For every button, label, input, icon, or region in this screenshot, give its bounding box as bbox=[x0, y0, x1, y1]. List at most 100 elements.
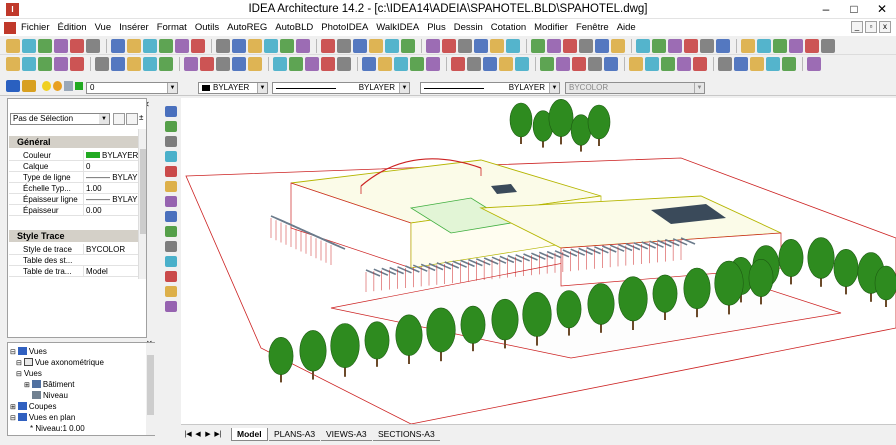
toolbar-tool-icon[interactable] bbox=[289, 56, 303, 71]
toolbar-tool-icon[interactable] bbox=[458, 38, 472, 53]
quick-select-icon[interactable] bbox=[113, 113, 125, 125]
toolbar-tool-icon[interactable] bbox=[143, 38, 157, 53]
toolbar-tool-icon[interactable] bbox=[426, 38, 440, 53]
maximize-button[interactable]: □ bbox=[840, 0, 868, 19]
tab-plans-a3[interactable]: PLANS-A3 bbox=[269, 428, 321, 441]
tree-item[interactable]: ⊞ Coupes bbox=[10, 402, 56, 413]
toolbar-tool-icon[interactable] bbox=[636, 38, 650, 53]
lock-icon[interactable] bbox=[64, 81, 73, 91]
menu-vue[interactable]: Vue bbox=[95, 22, 112, 33]
toolbar-tool-icon[interactable] bbox=[353, 38, 367, 53]
vertical-tool-icon[interactable] bbox=[165, 151, 177, 162]
toolbar-tool-icon[interactable] bbox=[757, 38, 771, 53]
toolbar-tool-icon[interactable] bbox=[700, 38, 714, 53]
menu-inserer[interactable]: Insérer bbox=[119, 22, 149, 33]
vertical-tool-icon[interactable] bbox=[165, 196, 177, 207]
menu-autoreg[interactable]: AutoREG bbox=[227, 22, 267, 33]
toolbar-tool-icon[interactable] bbox=[684, 38, 698, 53]
toolbar-tool-icon[interactable] bbox=[111, 56, 125, 71]
toolbar-tool-icon[interactable] bbox=[426, 56, 440, 71]
prev-tab-button[interactable]: ◀ bbox=[194, 430, 202, 440]
toolbar-tool-icon[interactable] bbox=[248, 56, 262, 71]
toolbar-tool-icon[interactable] bbox=[661, 56, 675, 71]
vertical-tool-icon[interactable] bbox=[165, 121, 177, 132]
toolbar-tool-icon[interactable] bbox=[6, 56, 20, 71]
vertical-tool-icon[interactable] bbox=[165, 256, 177, 267]
lineweight-select[interactable]: BYLAYER ▼ bbox=[420, 82, 560, 94]
toolbar-tool-icon[interactable] bbox=[741, 38, 755, 53]
mdi-restore-button[interactable]: ▫ bbox=[865, 21, 877, 33]
toolbar-tool-icon[interactable] bbox=[645, 56, 659, 71]
tree-item[interactable]: ⊟ Vues en plan bbox=[10, 413, 75, 424]
prop-row[interactable]: Style de trace BYCOLOR bbox=[9, 244, 146, 255]
menu-walkidea[interactable]: WalkIDEA bbox=[376, 22, 419, 33]
expand-icon[interactable]: ⊟ bbox=[10, 415, 16, 422]
toolbar-tool-icon[interactable] bbox=[305, 56, 319, 71]
menu-aide[interactable]: Aide bbox=[617, 22, 636, 33]
vertical-tool-icon[interactable] bbox=[165, 106, 177, 117]
toolbar-tool-icon[interactable] bbox=[184, 56, 198, 71]
toolbar-tool-icon[interactable] bbox=[540, 56, 554, 71]
prop-row[interactable]: Table des st... bbox=[9, 255, 146, 266]
menu-autobld[interactable]: AutoBLD bbox=[275, 22, 313, 33]
toolbar-tool-icon[interactable] bbox=[216, 56, 230, 71]
toolbar-tool-icon[interactable] bbox=[378, 56, 392, 71]
toolbar-tool-icon[interactable] bbox=[54, 56, 68, 71]
toolbar-tool-icon[interactable] bbox=[22, 38, 36, 53]
toolbar-tool-icon[interactable] bbox=[805, 38, 819, 53]
toolbar-tool-icon[interactable] bbox=[143, 56, 157, 71]
toolbar-tool-icon[interactable] bbox=[127, 38, 141, 53]
menu-format[interactable]: Format bbox=[157, 22, 187, 33]
prop-row[interactable]: Échelle Typ... 1.00 bbox=[9, 183, 146, 194]
toolbar-tool-icon[interactable] bbox=[734, 56, 748, 71]
toolbar-tool-icon[interactable] bbox=[394, 56, 408, 71]
section-style-trace[interactable]: Style Trace bbox=[9, 230, 146, 242]
toolbar-tool-icon[interactable] bbox=[232, 38, 246, 53]
toolbar-tool-icon[interactable] bbox=[629, 56, 643, 71]
toolbar-tool-icon[interactable] bbox=[22, 56, 36, 71]
layer-manager-icon[interactable] bbox=[6, 80, 20, 92]
expand-icon[interactable]: ⊞ bbox=[10, 404, 16, 411]
toolbar-tool-icon[interactable] bbox=[515, 56, 529, 71]
plotstyle-select[interactable]: BYCOLOR ▼ bbox=[565, 82, 705, 94]
toolbar-tool-icon[interactable] bbox=[773, 38, 787, 53]
toolbar-tool-icon[interactable] bbox=[499, 56, 513, 71]
toolbar-tool-icon[interactable] bbox=[442, 38, 456, 53]
last-tab-button[interactable]: ▶| bbox=[214, 430, 222, 440]
properties-scrollbar[interactable] bbox=[138, 129, 146, 279]
linetype-select[interactable]: BYLAYER ▼ bbox=[272, 82, 410, 94]
toolbar-tool-icon[interactable] bbox=[483, 56, 497, 71]
next-tab-button[interactable]: ▶ bbox=[204, 430, 212, 440]
model-viewport[interactable] bbox=[181, 98, 896, 425]
toolbar-tool-icon[interactable] bbox=[531, 38, 545, 53]
color-select[interactable]: BYLAYER ▼ bbox=[198, 82, 268, 94]
toolbar-tool-icon[interactable] bbox=[506, 38, 520, 53]
toolbar-tool-icon[interactable] bbox=[789, 38, 803, 53]
first-tab-button[interactable]: |◀ bbox=[184, 430, 192, 440]
prop-row[interactable]: Couleur BYLAYER bbox=[9, 150, 146, 161]
vertical-tool-icon[interactable] bbox=[165, 226, 177, 237]
toolbar-tool-icon[interactable] bbox=[321, 56, 335, 71]
vertical-tool-icon[interactable] bbox=[165, 166, 177, 177]
toolbar-tool-icon[interactable] bbox=[750, 56, 764, 71]
toolbar-tool-icon[interactable] bbox=[572, 56, 586, 71]
toolbar-tool-icon[interactable] bbox=[159, 38, 173, 53]
vertical-tool-icon[interactable] bbox=[165, 241, 177, 252]
vertical-tool-icon[interactable] bbox=[165, 136, 177, 147]
menu-outils[interactable]: Outils bbox=[195, 22, 219, 33]
prop-row[interactable]: Épaisseur ligne ——— BYLAYER bbox=[9, 194, 146, 205]
toolbar-tool-icon[interactable] bbox=[579, 38, 593, 53]
layer-select[interactable]: 0 ▼ bbox=[86, 82, 178, 94]
menu-modifier[interactable]: Modifier bbox=[534, 22, 568, 33]
toolbar-tool-icon[interactable] bbox=[70, 38, 84, 53]
toolbar-tool-icon[interactable] bbox=[474, 38, 488, 53]
toolbar-tool-icon[interactable] bbox=[273, 56, 287, 71]
expand-icon[interactable]: ⊞ bbox=[24, 382, 30, 389]
toolbar-tool-icon[interactable] bbox=[604, 56, 618, 71]
close-button[interactable]: ✕ bbox=[868, 0, 896, 19]
prop-row[interactable]: Épaisseur 0.00 bbox=[9, 205, 146, 216]
toolbar-tool-icon[interactable] bbox=[191, 38, 205, 53]
toolbar-tool-icon[interactable] bbox=[821, 38, 835, 53]
toolbar-tool-icon[interactable] bbox=[232, 56, 246, 71]
toolbar-tool-icon[interactable] bbox=[451, 56, 465, 71]
